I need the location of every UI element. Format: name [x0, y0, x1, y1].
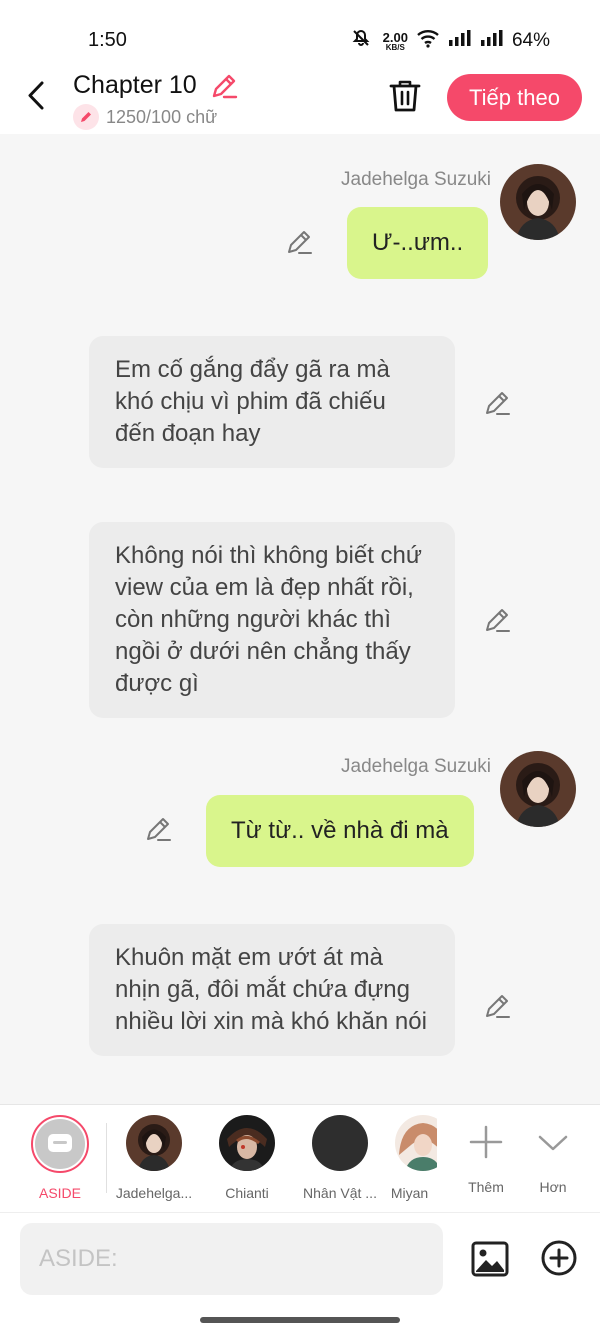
status-time: 1:50 [88, 29, 127, 51]
edit-title-button[interactable] [210, 72, 238, 100]
delete-button[interactable] [388, 78, 422, 114]
message-input[interactable] [20, 1223, 443, 1295]
message-bubble[interactable]: Ư-..ưm.. [347, 207, 489, 279]
avatar-image [500, 164, 576, 240]
aside-avatar [31, 1115, 89, 1173]
network-speed: 2.00 KB/S [383, 31, 408, 52]
character-label: Chianti [225, 1185, 269, 1201]
input-bar [0, 1212, 600, 1333]
divider [106, 1123, 107, 1193]
back-arrow-icon [28, 81, 44, 110]
sender-name: Jadehelga Suzuki [341, 169, 491, 190]
edit-message-button[interactable] [483, 992, 511, 1020]
status-bar: 1:50 2.00 KB/S 64% [0, 0, 600, 66]
character-label: ASIDE [38, 1185, 81, 1201]
word-count-text: 1250/100 chữ [106, 106, 218, 127]
message-bubble[interactable]: Em cố gắng đẩy gã ra mà khó chịu vì phim… [89, 336, 455, 468]
plus-circle-icon [541, 1240, 577, 1276]
character-jadehelga[interactable]: Jadehelga... [109, 1115, 199, 1201]
wifi-icon [416, 28, 440, 54]
message-bubble[interactable]: Không nói thì không biết chứ view của em… [89, 522, 455, 718]
signal-icon [448, 29, 472, 53]
chat-area[interactable]: Jadehelga Suzuki Ư-..ưm.. Em cố gắng đẩy… [0, 134, 600, 1104]
avatar-image [500, 751, 576, 827]
speed-unit: KB/S [385, 42, 405, 52]
expand-label: Hơn [539, 1179, 567, 1195]
plus-icon [469, 1125, 503, 1159]
image-icon [471, 1241, 509, 1277]
avatar [394, 1115, 437, 1171]
expand-button[interactable]: Hơn [508, 1115, 598, 1195]
chevron-down-icon [538, 1135, 568, 1151]
add-label: Thêm [468, 1179, 504, 1195]
avatar [126, 1115, 182, 1171]
edit-message-button[interactable] [285, 228, 313, 256]
edit-message-button[interactable] [144, 815, 172, 843]
word-count: 1250/100 chữ [73, 104, 217, 130]
signal-icon-2 [480, 29, 504, 53]
chapter-title: Chapter 10 [73, 71, 197, 99]
avatar [312, 1115, 368, 1171]
character-chianti[interactable]: Chianti [202, 1115, 292, 1201]
chapter-header: Chapter 10 1250/100 chữ Tiếp theo [0, 66, 600, 134]
mute-icon [351, 28, 371, 54]
message-bubble[interactable]: Từ từ.. về nhà đi mà [206, 795, 474, 867]
trash-icon [389, 80, 421, 112]
character-nhan-vat[interactable]: Nhân Vật ... [295, 1115, 385, 1201]
pencil-icon [486, 392, 510, 415]
avatar[interactable] [500, 164, 576, 240]
battery-level: 64% [511, 30, 550, 51]
pencil-badge-icon [73, 104, 99, 130]
status-icons: 2.00 KB/S 64% [351, 28, 550, 54]
edit-message-button[interactable] [483, 606, 511, 634]
pencil-icon [486, 995, 510, 1018]
pencil-icon [486, 609, 510, 632]
next-button[interactable]: Tiếp theo [447, 74, 582, 121]
character-bar: ASIDE Jadehelga... Chianti Nhân Vật ... … [0, 1104, 600, 1212]
character-label: Nhân Vật ... [303, 1185, 377, 1201]
pencil-icon [147, 818, 171, 841]
message-bubble[interactable]: Khuôn mặt em ướt át mà nhịn gã, đôi mắt … [89, 924, 455, 1056]
chat-bubble-icon [48, 1134, 72, 1152]
character-label: Jadehelga... [115, 1185, 193, 1201]
avatar [219, 1115, 275, 1171]
pencil-icon [212, 74, 238, 99]
add-button[interactable] [540, 1239, 578, 1277]
character-aside[interactable]: ASIDE [15, 1115, 105, 1201]
edit-message-button[interactable] [483, 389, 511, 417]
character-miyan[interactable]: Miyan [382, 1115, 437, 1201]
sender-name: Jadehelga Suzuki [341, 756, 491, 777]
home-indicator[interactable] [200, 1317, 400, 1323]
character-label: Miyan [390, 1185, 429, 1201]
insert-image-button[interactable] [470, 1239, 510, 1279]
speed-value: 2.00 [382, 29, 408, 45]
avatar[interactable] [500, 751, 576, 827]
back-button[interactable] [22, 78, 52, 114]
pencil-icon [288, 231, 312, 254]
